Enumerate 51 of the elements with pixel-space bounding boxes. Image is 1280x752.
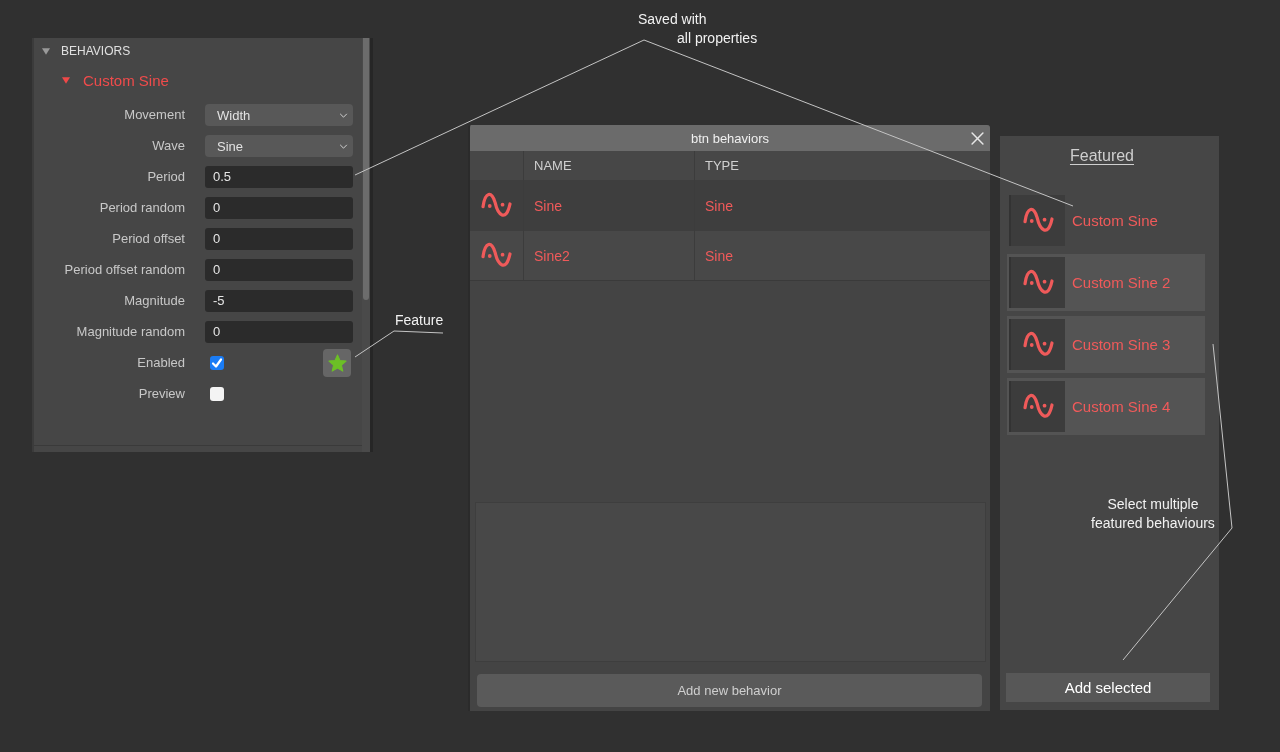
featured-name: Custom Sine xyxy=(1072,212,1158,229)
input-field[interactable]: 0 xyxy=(205,259,353,281)
add-selected-button[interactable]: Add selected xyxy=(1006,673,1210,702)
disclosure-triangle-icon[interactable] xyxy=(62,76,70,84)
featured-title: Featured xyxy=(1069,146,1134,166)
input-field[interactable]: 0.5 xyxy=(205,166,353,188)
input-field[interactable]: 0 xyxy=(205,197,353,219)
checkbox[interactable] xyxy=(210,356,224,370)
input-field[interactable]: 0 xyxy=(205,321,353,343)
field-label: Period offset random xyxy=(63,261,185,279)
close-icon xyxy=(971,131,984,145)
scrollbar-track[interactable] xyxy=(362,38,370,452)
annotation-text: Feature xyxy=(395,311,444,330)
field-label: Preview xyxy=(137,385,185,403)
sine-wave-icon xyxy=(1009,195,1065,246)
sine-wave-icon xyxy=(1009,319,1065,370)
field-label: Magnitude xyxy=(123,292,185,310)
behavior-title: Custom Sine xyxy=(83,71,169,89)
chevron-down-icon xyxy=(339,112,348,118)
field-label: Period xyxy=(146,168,185,186)
close-button[interactable] xyxy=(971,131,984,145)
dropdown[interactable]: Sine xyxy=(205,135,353,157)
table-row[interactable]: Sine Sine xyxy=(470,180,990,231)
disclosure-triangle-icon[interactable] xyxy=(42,47,50,55)
field-label: Magnitude random xyxy=(75,323,185,341)
table-cell: Sine xyxy=(694,231,990,280)
featured-name: Custom Sine 2 xyxy=(1072,274,1171,291)
add-behavior-button[interactable]: Add new behavior xyxy=(477,674,982,707)
featured-name: Custom Sine 4 xyxy=(1072,398,1171,415)
table-cell: Sine2 xyxy=(523,231,694,280)
dialog-title: btn behaviors xyxy=(690,130,770,146)
dropdown[interactable]: Width xyxy=(205,104,353,126)
annotation-text: Saved with all properties xyxy=(638,10,758,48)
field-label: Enabled xyxy=(136,354,185,372)
sine-wave-icon xyxy=(1009,381,1065,432)
sine-wave-icon xyxy=(1009,257,1065,308)
field-label: Period offset xyxy=(111,230,185,248)
star-icon xyxy=(327,354,347,372)
field-label: Period random xyxy=(98,199,185,217)
chevron-down-icon xyxy=(339,143,348,149)
checkbox[interactable] xyxy=(210,387,224,401)
feature-button[interactable] xyxy=(323,349,351,377)
field-label: Movement xyxy=(123,106,185,124)
scrollbar-thumb[interactable] xyxy=(363,38,369,300)
check-icon xyxy=(210,356,224,370)
field-label: Wave xyxy=(151,137,185,155)
annotation-text: Select multiple featured behaviours xyxy=(1090,495,1216,533)
section-title: BEHAVIORS xyxy=(61,44,131,58)
featured-name: Custom Sine 3 xyxy=(1072,336,1171,353)
input-field[interactable]: 0 xyxy=(205,228,353,250)
input-field[interactable]: -5 xyxy=(205,290,353,312)
